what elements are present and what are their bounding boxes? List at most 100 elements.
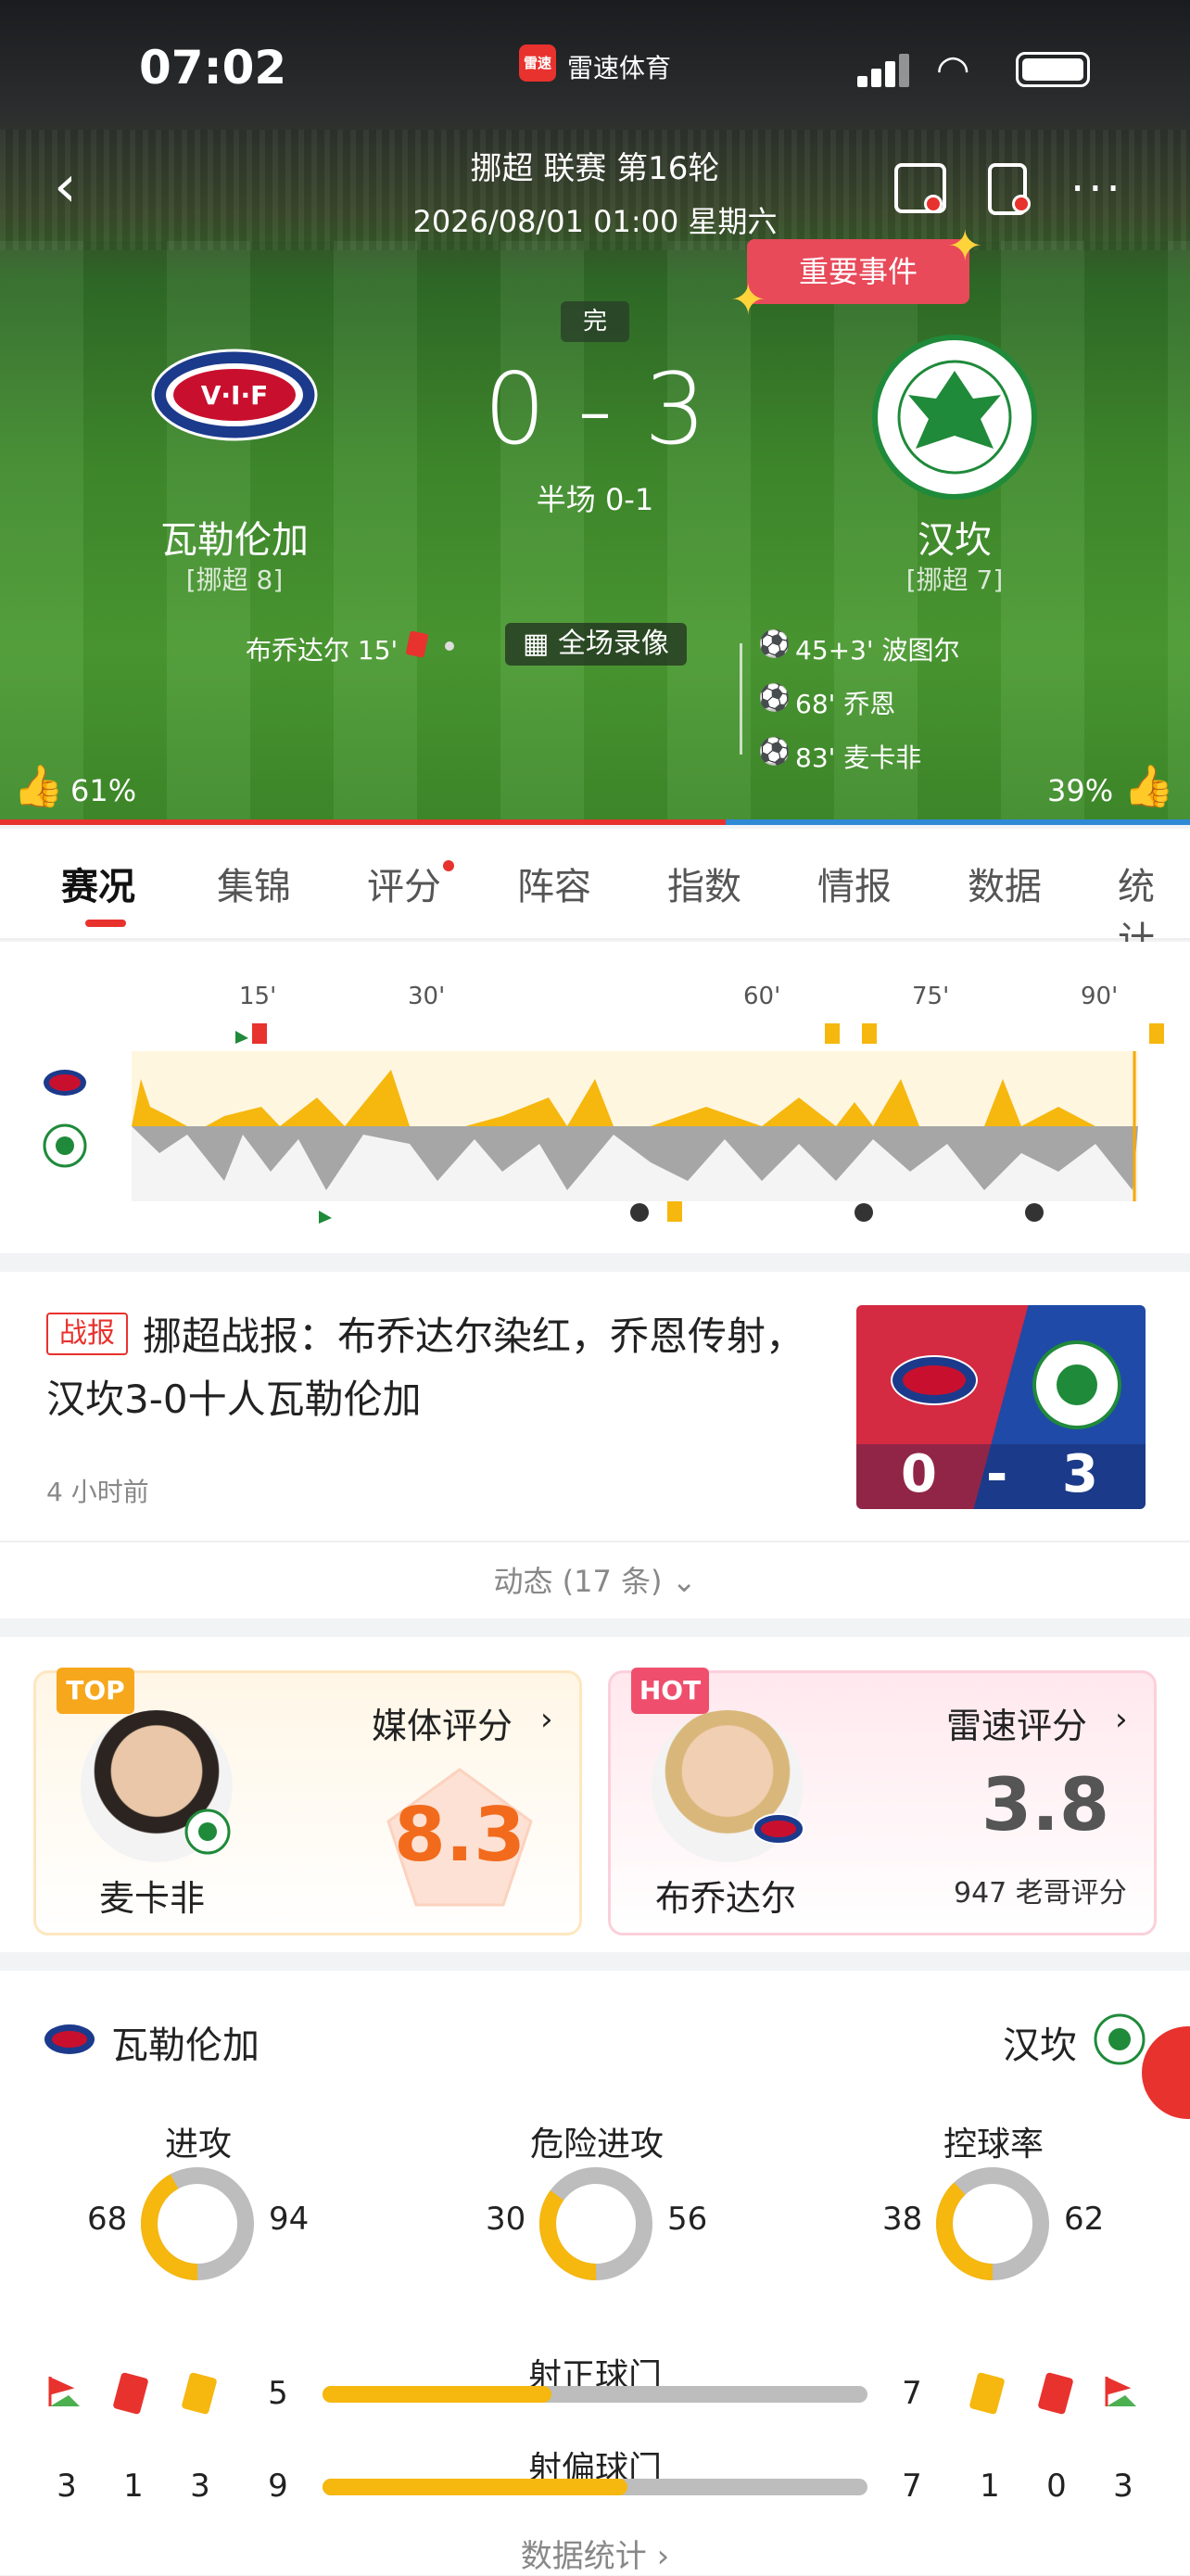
battery-icon xyxy=(1016,52,1090,87)
sparkle-icon: ✦ xyxy=(730,274,766,324)
home-event: 布乔达尔 15' xyxy=(246,635,399,666)
calendar-icon[interactable] xyxy=(894,163,946,213)
news-title[interactable]: 挪超战报：布乔达尔染红，乔恩传射，汉坎3-0十人瓦勒伦加 xyxy=(46,1305,825,1431)
signal-icon xyxy=(857,54,913,87)
bar-track xyxy=(323,2386,867,2403)
key-events-tooltip[interactable]: 重要事件 xyxy=(747,239,969,304)
ring-chart xyxy=(141,2167,254,2280)
tab-data[interactable]: 数据 xyxy=(968,857,1042,910)
match-status: 完 xyxy=(561,301,629,342)
red-card-icon xyxy=(252,1023,267,1044)
status-time: 07:02 xyxy=(139,41,287,95)
away-event: 83' 麦卡非 xyxy=(795,742,922,773)
tab-odds[interactable]: 指数 xyxy=(667,857,741,910)
away-yellow-cards: 1 xyxy=(980,2468,1000,2505)
news-time: 4 小时前 xyxy=(46,1477,149,1507)
bar-away: 7 xyxy=(902,2468,922,2505)
event-line xyxy=(740,643,742,755)
bar-track xyxy=(323,2479,867,2495)
dot xyxy=(445,641,454,651)
notify-dot xyxy=(1012,195,1031,213)
leisu-rating-score: 3.8 xyxy=(981,1764,1110,1847)
ring-label: 进攻 xyxy=(164,2126,232,2164)
rating-section: TOP 麦卡非 媒体评分 › 8.3 HOT 布乔达尔 雷速评分 › 3.8 9… xyxy=(0,1637,1190,1952)
leisu-rating-card[interactable]: HOT 布乔达尔 雷速评分 › 3.8 947 老哥评分 xyxy=(608,1668,1157,1935)
bar-home: 9 xyxy=(268,2468,288,2505)
player-name: 布乔达尔 xyxy=(655,1878,797,1919)
away-team-rank: [挪超 7] xyxy=(905,565,1004,595)
more-icon[interactable]: ··· xyxy=(1070,163,1124,215)
more-stats-link[interactable]: 数据统计 › xyxy=(0,2531,1190,2576)
chevron-right-icon: › xyxy=(646,2538,670,2575)
match-header: 07:02 雷速 雷速体育 ◠ ‹ 挪超 联赛 第16轮 2026/08/01 … xyxy=(0,0,1190,825)
screen-icon[interactable] xyxy=(988,163,1031,215)
tab-intel[interactable]: 情报 xyxy=(817,857,892,910)
home-corners: 3 xyxy=(57,2468,77,2505)
support-bar xyxy=(0,819,1190,825)
home-team-name[interactable]: 瓦勒伦加 xyxy=(95,510,373,564)
home-team-name: 瓦勒伦加 xyxy=(111,2024,260,2067)
away-team-name[interactable]: 汉坎 xyxy=(816,510,1094,564)
media-rating-card[interactable]: TOP 麦卡非 媒体评分 › 8.3 xyxy=(33,1668,582,1935)
away-like-icon[interactable]: 👍 xyxy=(1123,762,1174,810)
ring-home: 30 xyxy=(486,2201,526,2238)
ball-icon: ⚽ xyxy=(758,628,791,659)
ring-label: 控球率 xyxy=(943,2126,1044,2164)
news-thumbnail[interactable]: 0 - 3 xyxy=(856,1305,1146,1509)
feed-expand[interactable]: 动态 (17 条) ⌄ xyxy=(0,1541,1190,1618)
bar-fill xyxy=(323,2479,628,2495)
chevron-right-icon: › xyxy=(540,1701,553,1738)
home-crest-icon[interactable]: V·I·F xyxy=(151,330,318,460)
bar-fill xyxy=(323,2386,551,2403)
rating-votes: 947 老哥评分 xyxy=(954,1877,1127,1910)
away-team-name: 汉坎 xyxy=(1003,2024,1077,2067)
home-support: 61% xyxy=(70,773,137,808)
ball-icon: ⚽ xyxy=(758,682,791,713)
app-name: 雷速体育 xyxy=(567,53,672,83)
home-crest-icon xyxy=(891,1355,978,1405)
leisu-rating-label: 雷速评分 xyxy=(946,1706,1088,1746)
tab-ratings[interactable]: 评分 xyxy=(367,857,441,910)
away-corners: 3 xyxy=(1113,2468,1133,2505)
more-stats-label: 数据统计 xyxy=(520,2538,647,2575)
app-badge-icon: 雷速 xyxy=(519,44,556,82)
corner-flag-icon xyxy=(1103,2375,1140,2408)
thumb-score-home: 0 xyxy=(901,1444,937,1504)
home-like-icon[interactable]: 👍 xyxy=(13,762,64,810)
chevron-right-icon: › xyxy=(1115,1701,1128,1738)
tab-underline xyxy=(85,920,126,927)
momentum-timeline[interactable]: 15' 30' 60' 75' 90' xyxy=(0,942,1190,1253)
media-rating-score: 8.3 xyxy=(394,1792,525,1878)
ring-chart xyxy=(539,2167,652,2280)
media-rating-label: 媒体评分 xyxy=(372,1706,513,1746)
score: 0 - 3 xyxy=(483,352,707,466)
away-event: 68' 乔恩 xyxy=(795,689,896,719)
home-crest-icon xyxy=(753,1813,804,1845)
sparkle-icon: ✦ xyxy=(947,221,983,271)
full-replay-label: 全场录像 xyxy=(557,628,669,660)
away-crest-icon xyxy=(1094,2013,1146,2065)
ring-label: 危险进攻 xyxy=(529,2126,664,2164)
news-card[interactable]: 战报 挪超战报：布乔达尔染红，乔恩传射，汉坎3-0十人瓦勒伦加 4 小时前 0 … xyxy=(0,1272,1190,1541)
notify-dot xyxy=(924,195,943,213)
home-crest-icon xyxy=(44,2024,95,2054)
ring-away: 56 xyxy=(667,2201,708,2238)
tab-overview[interactable]: 赛况 xyxy=(61,857,135,910)
full-replay-button[interactable]: ▦ 全场录像 xyxy=(505,623,687,666)
section-divider xyxy=(0,1253,1190,1272)
tab-highlights[interactable]: 集锦 xyxy=(217,857,291,910)
bar-home: 5 xyxy=(268,2375,288,2412)
player-name: 麦卡非 xyxy=(99,1878,206,1919)
tab-lineup[interactable]: 阵容 xyxy=(517,857,591,910)
wifi-icon: ◠ xyxy=(936,46,970,92)
svg-text:V·I·F: V·I·F xyxy=(201,380,269,411)
ball-icon: ⚽ xyxy=(758,736,791,767)
section-divider xyxy=(0,1618,1190,1637)
tab-new-dot xyxy=(443,860,454,871)
ring-home: 68 xyxy=(87,2201,128,2238)
away-crest-icon[interactable] xyxy=(871,334,1038,501)
top-badge: TOP xyxy=(57,1668,134,1714)
chevron-down-icon: ⌄ xyxy=(662,1564,697,1599)
bar-away: 7 xyxy=(902,2375,922,2412)
feed-count: 动态 (17 条) xyxy=(493,1564,663,1599)
